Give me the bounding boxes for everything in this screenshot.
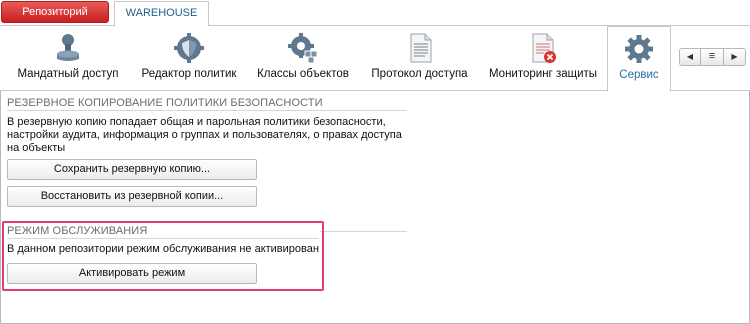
tab-warehouse[interactable]: WAREHOUSE xyxy=(114,1,209,27)
backup-section-title: РЕЗЕРВНОЕ КОПИРОВАНИЕ ПОЛИТИКИ БЕЗОПАСНО… xyxy=(7,97,323,109)
shield-gear-icon xyxy=(174,33,204,63)
chevron-right-icon[interactable]: ▶ xyxy=(724,49,745,65)
highlight-box xyxy=(2,221,324,291)
gear-icon xyxy=(625,35,653,63)
ribbon-tab-label: Протокол доступа xyxy=(371,68,468,80)
chevron-left-icon[interactable]: ◀ xyxy=(680,49,701,65)
menu-icon[interactable]: ≡ xyxy=(701,49,724,65)
document-error-icon xyxy=(532,33,556,63)
ribbon-tab-service[interactable]: Сервис xyxy=(607,26,671,92)
stamp-icon xyxy=(57,34,79,61)
backup-description-line-3: на объекты xyxy=(7,142,66,154)
ribbon-tab-object-classes[interactable]: Классы объектов xyxy=(250,26,356,90)
backup-description-line-2: настройки аудита, информация о группах и… xyxy=(7,129,402,141)
ribbon-tab-label: Мониторинг защиты xyxy=(488,68,598,80)
repository-button[interactable]: Репозиторий xyxy=(1,1,109,23)
ribbon-tab-label: Сервис xyxy=(619,69,659,81)
section-divider xyxy=(320,231,407,232)
restore-backup-button[interactable]: Восстановить из резервной копии... xyxy=(7,186,257,207)
top-bar: Репозиторий WAREHOUSE xyxy=(0,0,750,27)
ribbon-tab-access-log[interactable]: Протокол доступа xyxy=(362,26,477,90)
ribbon-toolbar: Мандатный доступ Редактор политик Классы… xyxy=(0,26,750,92)
cubes-gear-icon xyxy=(288,33,318,64)
ribbon-nav-group: ◀ ≡ ▶ xyxy=(679,48,746,66)
document-icon xyxy=(410,33,431,63)
save-backup-button[interactable]: Сохранить резервную копию... xyxy=(7,159,257,180)
backup-description-line-1: В резервную копию попадает общая и парол… xyxy=(7,116,386,128)
ribbon-tab-policy-editor[interactable]: Редактор политик xyxy=(132,26,246,90)
ribbon-tab-security-monitoring[interactable]: Мониторинг защиты xyxy=(486,26,600,90)
ribbon-tab-label: Редактор политик xyxy=(141,68,237,80)
section-divider xyxy=(7,110,407,111)
ribbon-tab-mandatory-access[interactable]: Мандатный доступ xyxy=(8,26,128,90)
ribbon-tab-label: Классы объектов xyxy=(257,68,349,80)
ribbon-tab-label: Мандатный доступ xyxy=(17,68,119,80)
